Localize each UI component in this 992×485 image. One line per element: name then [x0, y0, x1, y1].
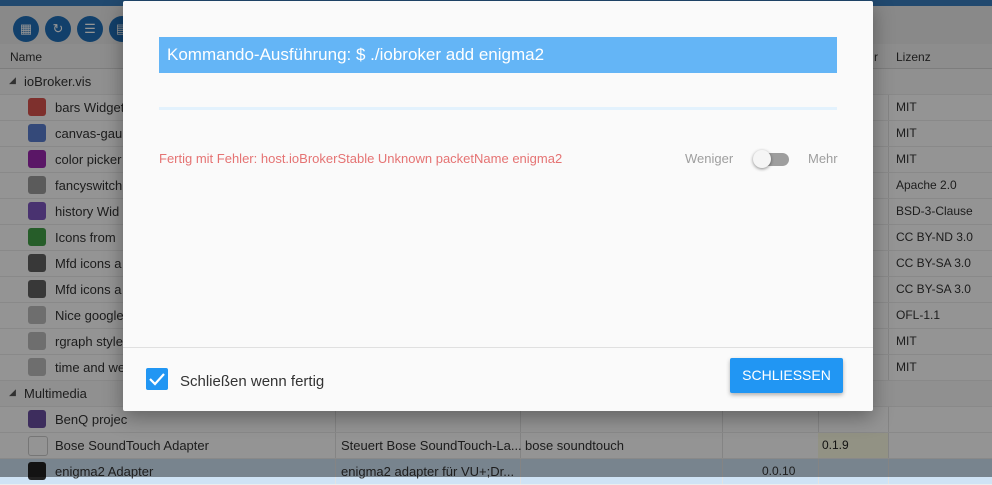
more-label: Mehr [808, 151, 838, 166]
details-toggle[interactable] [753, 150, 789, 168]
checkmark-icon [149, 373, 165, 386]
dialog-title: Kommando-Ausführung: $ ./iobroker add en… [167, 45, 545, 64]
dialog-title-bar: Kommando-Ausführung: $ ./iobroker add en… [159, 37, 837, 73]
error-message: Fertig mit Fehler: host.ioBrokerStable U… [159, 151, 563, 166]
toggle-knob [753, 150, 771, 168]
close-when-done-checkbox[interactable] [146, 368, 168, 390]
progress-bar [159, 107, 837, 110]
dialog-divider [123, 347, 873, 348]
close-when-done-label[interactable]: Schließen wenn fertig [180, 373, 324, 390]
less-label: Weniger [685, 151, 734, 166]
close-button[interactable]: SCHLIESSEN [730, 358, 843, 393]
command-dialog: Kommando-Ausführung: $ ./iobroker add en… [123, 1, 873, 411]
